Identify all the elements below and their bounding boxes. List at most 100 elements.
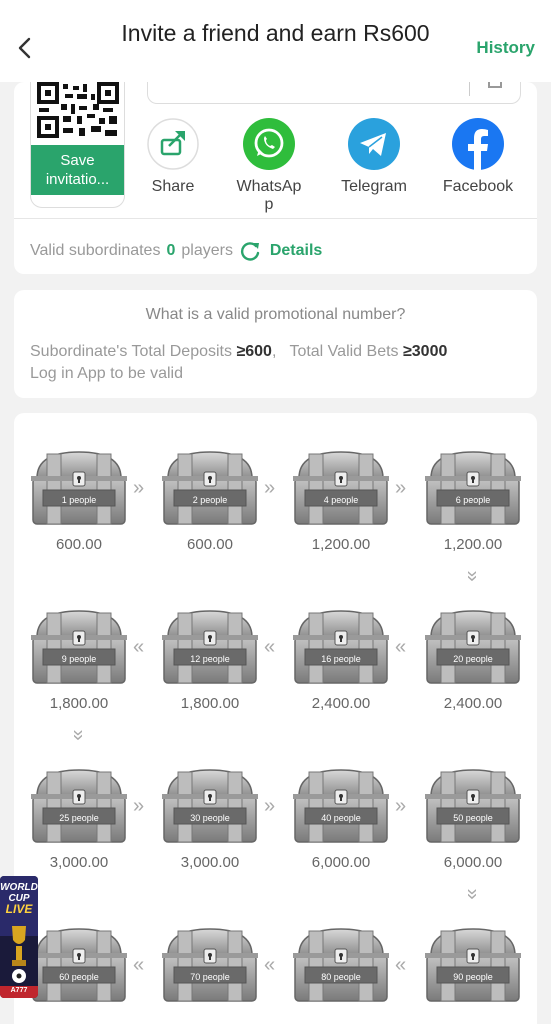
arrow-down-icon: » <box>461 570 484 582</box>
details-link[interactable]: Details <box>270 242 322 259</box>
arrow-right-icon: » <box>395 795 407 817</box>
chest-people-label: 20 people <box>453 654 493 664</box>
valid-rule-card: What is a valid promotional number? Subo… <box>14 290 537 398</box>
arrow-left-icon: « <box>395 636 407 658</box>
reward-chest[interactable]: 16 people <box>291 607 391 687</box>
chest-people-label: 60 people <box>59 972 99 982</box>
invite-link-field[interactable] <box>147 82 521 104</box>
chest-reward-amount: 3,000.00 <box>180 854 240 871</box>
reward-chest[interactable]: 9 people <box>29 607 129 687</box>
chest-reward-amount: 2,400.00 <box>311 695 371 712</box>
invitation-poster: Save invitatio... <box>30 82 125 208</box>
arrow-left-icon: « <box>264 636 276 658</box>
top-bar: Invite a friend and earn Rs600 History <box>0 0 551 82</box>
card-divider <box>14 218 537 219</box>
chest-people-label: 40 people <box>321 813 361 823</box>
badge-text: WORLD CUP LIVE <box>0 882 38 916</box>
reward-chest[interactable]: 70 people <box>160 925 260 1005</box>
invite-share-card: Save invitatio... Share WhatsAp p Telegr… <box>14 82 537 274</box>
reward-chest[interactable]: 90 people <box>423 925 523 1005</box>
chest-reward-amount: 2,400.00 <box>443 695 503 712</box>
valid-subordinates-count: 0 <box>166 242 176 260</box>
chest-people-label: 70 people <box>190 972 230 982</box>
whatsapp-icon[interactable] <box>243 118 295 170</box>
chest-people-label: 4 people <box>323 495 359 505</box>
chest-reward-amount: 1,800.00 <box>49 695 109 712</box>
arrow-down-icon: » <box>461 888 484 900</box>
rule-requirements: Subordinate's Total Deposits ≥600, Total… <box>30 343 448 360</box>
bet-requirement-value: ≥3000 <box>402 343 448 360</box>
share-label: Share <box>151 178 195 195</box>
chest-people-label: 25 people <box>59 813 99 823</box>
chest-reward-amount: 6,000.00 <box>311 854 371 871</box>
arrow-right-icon: » <box>264 795 276 817</box>
share-icon[interactable] <box>147 118 199 170</box>
reward-chest[interactable]: 25 people <box>29 766 129 846</box>
chest-reward-amount: 600.00 <box>56 536 102 553</box>
reward-chest[interactable]: 2 people <box>160 448 260 528</box>
save-invitation-button[interactable]: Save invitatio... <box>31 145 124 195</box>
chest-people-label: 2 people <box>192 495 228 505</box>
badge-line-live: LIVE <box>5 902 33 916</box>
chest-people-label: 6 people <box>455 495 491 505</box>
share-option-facebook[interactable]: Facebook <box>433 118 523 196</box>
chest-reward-amount: 3,000.00 <box>49 854 109 871</box>
whatsapp-label: WhatsAp p <box>236 178 302 213</box>
chest-reward-amount: 1,200.00 <box>443 536 503 553</box>
facebook-label: Facebook <box>442 178 514 195</box>
chest-people-label: 50 people <box>453 813 493 823</box>
chest-people-label: 90 people <box>453 972 493 982</box>
badge-tag: A777 <box>10 987 28 994</box>
deposit-requirement-value: ≥600 <box>236 343 272 360</box>
arrow-left-icon: « <box>133 954 145 976</box>
reward-chest[interactable]: 1 people <box>29 448 129 528</box>
reward-chest[interactable]: 4 people <box>291 448 391 528</box>
reward-chest[interactable]: 50 people <box>423 766 523 846</box>
arrow-right-icon: » <box>133 477 145 499</box>
chest-people-label: 1 people <box>61 495 97 505</box>
back-arrow-icon[interactable] <box>14 34 36 62</box>
share-option-share[interactable]: Share <box>128 118 218 196</box>
reward-chest[interactable]: 20 people <box>423 607 523 687</box>
arrow-right-icon: » <box>395 477 407 499</box>
telegram-icon[interactable] <box>348 118 400 170</box>
chest-reward-amount: 1,800.00 <box>180 695 240 712</box>
deposit-requirement-label: Subordinate's Total Deposits <box>30 343 232 360</box>
login-requirement: Log in App to be valid <box>30 365 184 382</box>
arrow-left-icon: « <box>133 636 145 658</box>
telegram-label: Telegram <box>341 178 407 195</box>
share-option-whatsapp[interactable]: WhatsAp p <box>224 118 314 214</box>
reward-chest[interactable]: 6 people <box>423 448 523 528</box>
facebook-icon[interactable] <box>452 118 504 170</box>
arrow-down-icon: » <box>67 729 90 741</box>
arrow-left-icon: « <box>264 954 276 976</box>
history-link[interactable]: History <box>476 38 535 58</box>
reward-chest[interactable]: 40 people <box>291 766 391 846</box>
copy-icon[interactable] <box>488 82 502 88</box>
world-cup-live-badge[interactable]: WORLD CUP LIVE A777 <box>0 876 38 998</box>
badge-line-world: WORLD <box>0 882 38 893</box>
chest-people-label: 80 people <box>321 972 361 982</box>
chest-reward-amount: 6,000.00 <box>443 854 503 871</box>
chest-people-label: 16 people <box>321 654 361 664</box>
refresh-icon[interactable] <box>239 240 261 262</box>
valid-subordinates-row: Valid subordinates 0 players Details <box>30 240 322 262</box>
valid-subordinates-label: Valid subordinates <box>30 242 161 260</box>
chest-reward-amount: 1,200.00 <box>311 536 371 553</box>
players-label: players <box>181 242 233 260</box>
reward-chest[interactable]: 12 people <box>160 607 260 687</box>
bet-requirement-label: Total Valid Bets <box>289 343 399 360</box>
reward-chest[interactable]: 60 people <box>29 925 129 1005</box>
chest-people-label: 12 people <box>190 654 230 664</box>
rule-title: What is a valid promotional number? <box>145 306 406 323</box>
page-title: Invite a friend and earn Rs600 <box>121 20 430 46</box>
reward-chest[interactable]: 80 people <box>291 925 391 1005</box>
chest-reward-amount: 600.00 <box>187 536 233 553</box>
arrow-right-icon: » <box>133 795 145 817</box>
chest-people-label: 9 people <box>61 654 97 664</box>
arrow-right-icon: » <box>264 477 276 499</box>
reward-chest-card: 1 people 600.00 2 people 600.00 4 people 1,20… <box>14 413 537 1024</box>
chest-people-label: 30 people <box>190 813 230 823</box>
reward-chest[interactable]: 30 people <box>160 766 260 846</box>
share-option-telegram[interactable]: Telegram <box>329 118 419 196</box>
